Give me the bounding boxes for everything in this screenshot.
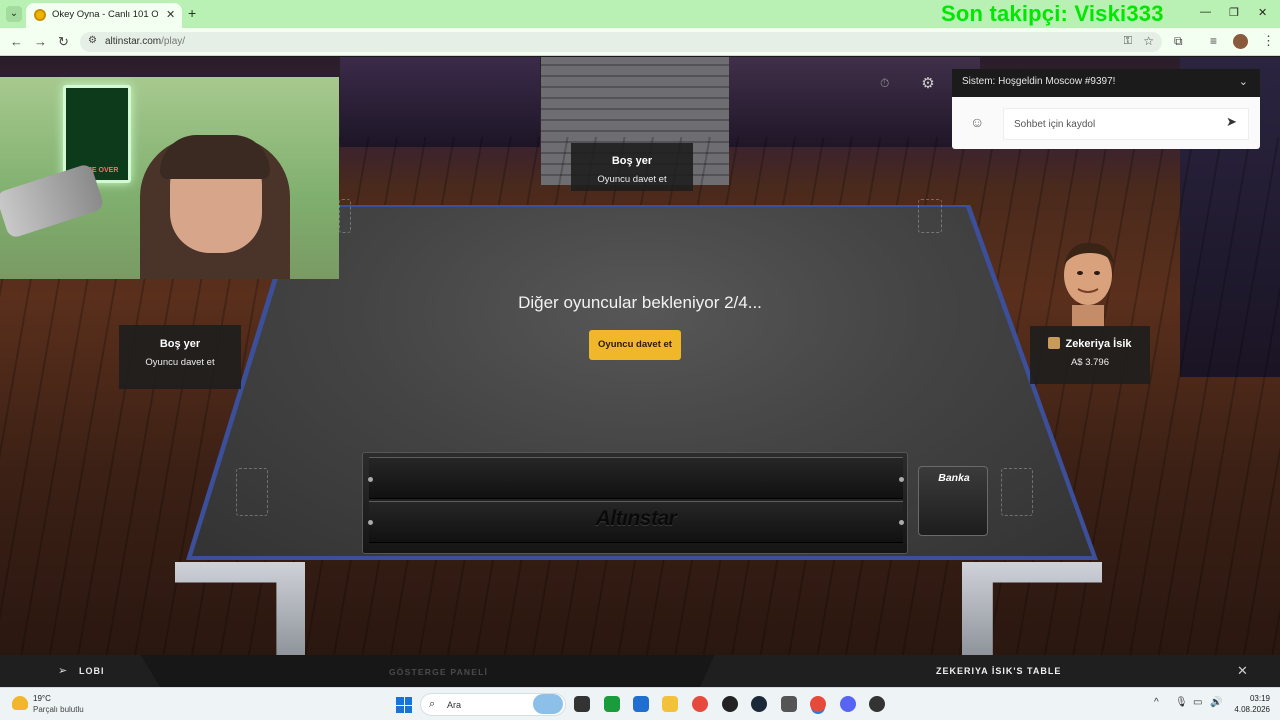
table-tab-label: ZEKERIYA İSIK'S TABLE	[936, 666, 1062, 676]
chat-input[interactable]	[1004, 109, 1248, 139]
task-view-icon[interactable]	[574, 696, 590, 712]
xbox-icon[interactable]	[604, 696, 620, 712]
player-name: Zekeriya İsik	[1030, 337, 1150, 350]
discord-icon[interactable]	[840, 696, 856, 712]
background-city-left	[340, 57, 540, 147]
windows-taskbar: 19°C Parçalı bulutlu ⌕ Ara ^ 🎙 ▭ 🔊 03:19…	[0, 687, 1280, 720]
browser-tab[interactable]: Okey Oyna - Canlı 101 Okey ve ✕	[26, 3, 182, 28]
address-bar[interactable]: ⚙ altinstar.com/play/ ⚿ ☆	[80, 32, 1162, 52]
browser-tab-bar: ⌄ Okey Oyna - Canlı 101 Okey ve ✕ + Son …	[0, 0, 1280, 28]
game-canvas: Boş yer Oyuncu davet et Boş yer Oyuncu d…	[0, 57, 1280, 655]
back-button[interactable]: ←	[10, 34, 23, 49]
discard-slot-top-right[interactable]	[918, 199, 942, 233]
seat-left-name: Boş yer	[159, 338, 201, 350]
media-controls-icon[interactable]: ≡	[1210, 34, 1217, 48]
clock-date[interactable]: 4.08.2026	[1226, 705, 1270, 714]
browser-toolbar: ← → ↻ ⚙ altinstar.com/play/ ⚿ ☆ ⧉ ≡ ⋮	[0, 28, 1280, 56]
emoji-icon[interactable]: ☺	[970, 114, 984, 130]
maximize-button[interactable]: ❐	[1229, 6, 1239, 19]
discard-slot-left[interactable]	[236, 468, 268, 516]
microphone-icon[interactable]: 🎙	[1175, 697, 1188, 708]
url-text[interactable]: altinstar.com/play/	[105, 36, 185, 47]
seat-left-invite[interactable]: Oyuncu davet et	[119, 357, 241, 368]
bank-pile[interactable]: Banka	[918, 466, 988, 536]
streamer-hair	[160, 135, 270, 179]
weather-description[interactable]: Parçalı bulutlu	[33, 705, 84, 714]
dashboard-tab[interactable]: GÖSTERGE PANELİ	[389, 667, 488, 677]
bank-label: Banka	[938, 472, 970, 484]
tile-rack[interactable]: Altınstar	[362, 452, 908, 554]
tray-chevron-icon[interactable]: ^	[1154, 697, 1159, 708]
chatgpt-icon[interactable]	[722, 696, 738, 712]
microphone	[0, 162, 105, 240]
timer-icon: ⏱	[880, 76, 890, 90]
settings-gear-icon[interactable]: ⚙	[918, 74, 938, 94]
discard-slot-right[interactable]	[1001, 468, 1033, 516]
profile-avatar[interactable]	[1233, 34, 1248, 49]
send-icon[interactable]: ➤	[1226, 114, 1237, 130]
seat-left[interactable]: Boş yer Oyuncu davet et	[119, 325, 241, 389]
volume-icon[interactable]: 🔊	[1210, 697, 1222, 708]
search-icon: ⌕	[429, 698, 436, 710]
lobby-label: LOBI	[79, 666, 105, 676]
player-avatar	[1064, 242, 1114, 327]
close-table-icon[interactable]: ✕	[1237, 663, 1248, 679]
outlook-icon[interactable]	[633, 696, 649, 712]
search-label: Ara	[447, 700, 462, 710]
url-host: altinstar.com	[105, 36, 162, 47]
reload-button[interactable]: ↻	[58, 34, 69, 50]
rack-pin	[899, 477, 904, 482]
clock-time[interactable]: 03:19	[1238, 694, 1270, 703]
app-icon[interactable]	[781, 696, 797, 712]
streamer-webcam: GAME OVER	[0, 77, 339, 279]
chat-header[interactable]: Sistem: Hoşgeldin Moscow #9397! ⌄	[952, 69, 1260, 97]
player-balance: A$ 3.796	[1070, 357, 1110, 368]
chrome-active-icon[interactable]	[810, 696, 826, 712]
player-seat[interactable]: Zekeriya İsik A$ 3.796	[1030, 326, 1150, 384]
site-favicon-icon	[34, 9, 46, 21]
obs-icon[interactable]	[869, 696, 885, 712]
seat-top[interactable]: Boş yer Oyuncu davet et	[571, 143, 693, 191]
seat-top-invite[interactable]: Oyuncu davet et	[571, 174, 693, 185]
navigate-icon: ➢	[58, 665, 68, 677]
weather-temperature[interactable]: 19°C	[33, 694, 51, 703]
file-explorer-icon[interactable]	[662, 696, 678, 712]
network-icon[interactable]: ▭	[1193, 697, 1202, 708]
browser-menu-icon[interactable]: ⋮	[1262, 33, 1275, 49]
window-close-button[interactable]: ✕	[1258, 6, 1267, 19]
bookmark-star-icon[interactable]: ☆	[1143, 34, 1154, 48]
stream-follower-overlay: Son takipçi: Viski333	[941, 1, 1164, 26]
extensions-icon[interactable]: ⧉	[1174, 34, 1183, 49]
site-info-icon[interactable]: ⚙	[88, 35, 97, 46]
tab-search-button[interactable]: ⌄	[6, 6, 22, 22]
invite-player-button[interactable]: Oyuncu davet et	[589, 330, 681, 360]
minimize-button[interactable]: —	[1200, 6, 1211, 18]
start-button[interactable]	[396, 697, 412, 713]
player-name-text: Zekeriya İsik	[1065, 338, 1132, 350]
background-city-middle	[700, 57, 980, 147]
url-path: /play/	[161, 36, 186, 47]
new-tab-button[interactable]: +	[188, 5, 196, 21]
weather-icon[interactable]	[12, 696, 28, 710]
discard-slot-top-left[interactable]	[339, 199, 351, 233]
seat-top-name: Boş yer	[611, 155, 653, 167]
rack-pin	[368, 477, 373, 482]
chat-system-message: Sistem: Hoşgeldin Moscow #9397!	[962, 76, 1116, 87]
game-bottom-bar: ➢ LOBI GÖSTERGE PANELİ ZEKERIYA İSIK'S T…	[0, 655, 1280, 687]
password-key-icon[interactable]: ⚿	[1124, 35, 1132, 48]
tab-title: Okey Oyna - Canlı 101 Okey ve	[52, 9, 158, 20]
tab-close-icon[interactable]: ✕	[166, 8, 175, 21]
rack-logo: Altınstar	[595, 507, 677, 530]
steam-icon[interactable]	[751, 696, 767, 712]
chrome-icon[interactable]	[692, 696, 708, 712]
rack-row-top[interactable]	[369, 457, 903, 499]
chevron-down-icon[interactable]: ⌄	[1239, 75, 1248, 88]
rank-badge-icon	[1048, 337, 1061, 349]
lobby-button[interactable]: ➢ LOBI	[0, 655, 160, 687]
chat-input-panel: ☺ ➤	[952, 97, 1260, 149]
forward-button[interactable]: →	[34, 34, 47, 49]
widgets-icon[interactable]	[533, 694, 563, 714]
